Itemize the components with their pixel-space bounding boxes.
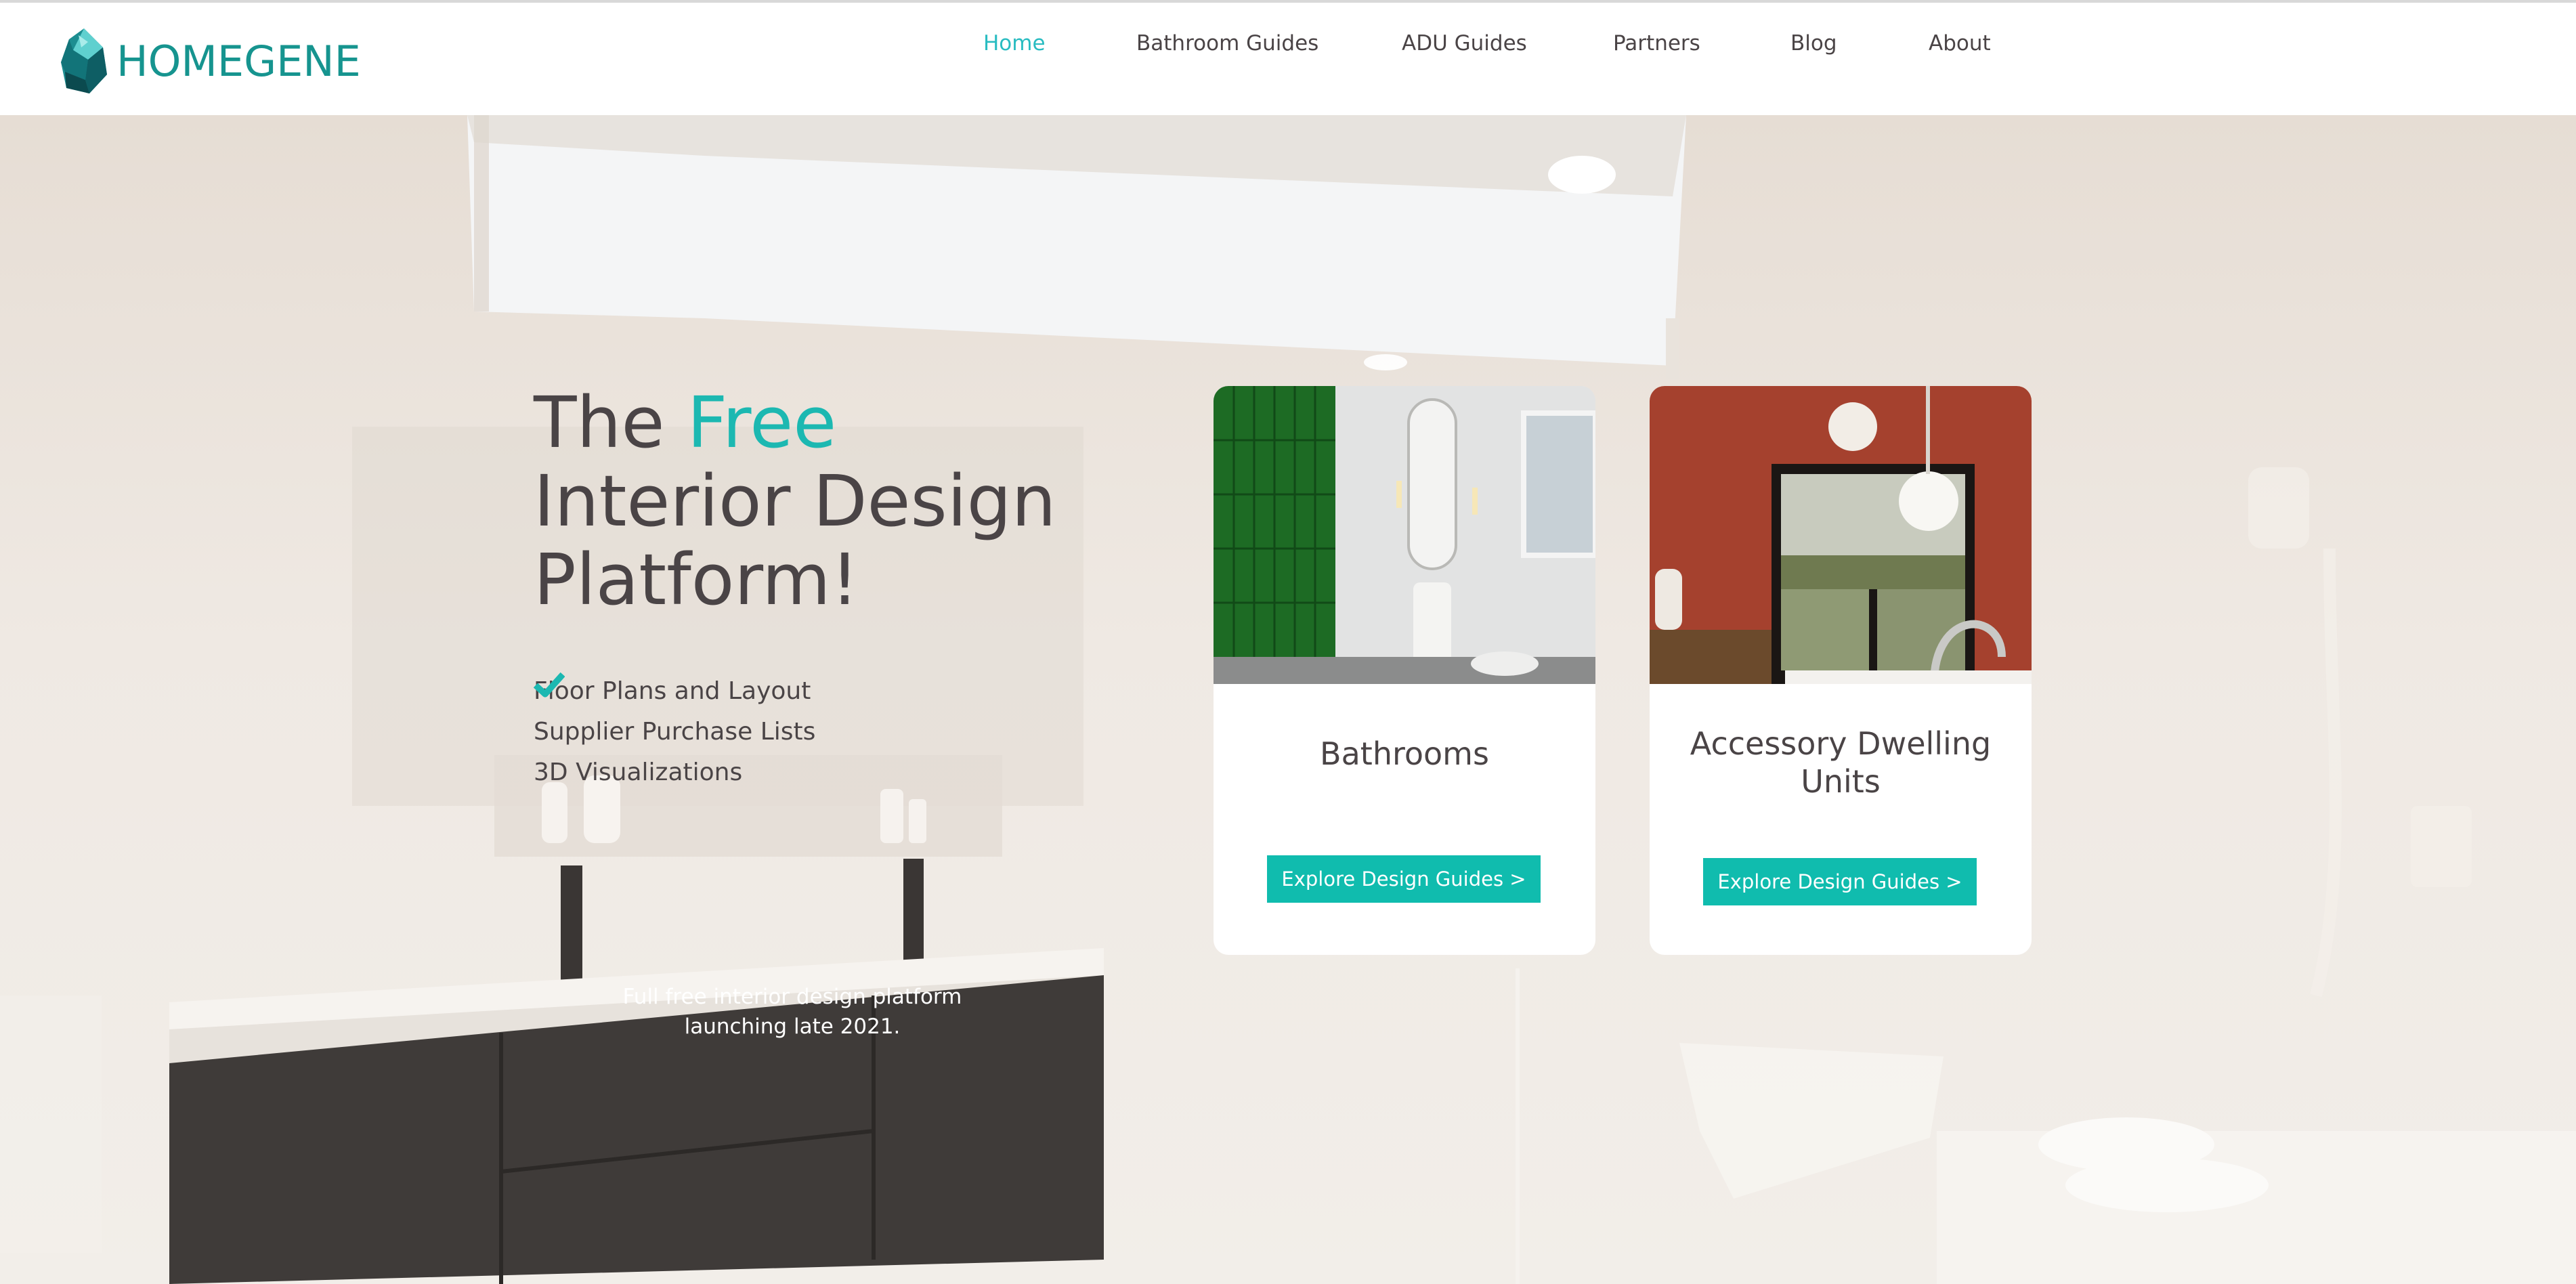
explore-adu-guides-button[interactable]: Explore Design Guides > [1703,858,1977,905]
nav-adu-guides[interactable]: ADU Guides [1402,31,1527,56]
main-nav: Home Bathroom Guides ADU Guides Partners… [0,31,2576,65]
nav-partners[interactable]: Partners [1613,31,1700,56]
checkmark-icon [534,672,565,698]
headline-prefix: The [534,381,687,464]
feature-item: Floor Plans and Layout [534,670,815,711]
feature-label: Floor Plans and Layout [534,677,811,705]
adu-card-image [1650,386,2032,684]
feature-item: 3D Visualizations [534,672,815,792]
feature-label: 3D Visualizations [534,758,743,786]
card-title: Accessory Dwelling Units [1650,725,2032,800]
launch-line-2: launching late 2021. [684,1014,901,1039]
nav-blog[interactable]: Blog [1790,31,1837,56]
bathrooms-card[interactable]: Bathrooms Explore Design Guides > [1214,386,1595,955]
hero-headline: The Free Interior Design Platform! [534,383,1056,619]
nav-home[interactable]: Home [983,31,1046,56]
site-header: HOMEGENE Home Bathroom Guides ADU Guides… [0,3,2576,115]
card-title-line-1: Accessory Dwelling [1690,725,1992,762]
headline-line-3: Platform! [534,538,859,621]
feature-item: Supplier Purchase Lists [534,672,816,752]
launch-line-1: Full free interior design platform [622,985,962,1009]
headline-accent: Free [687,381,837,464]
headline-line-2: Interior Design [534,460,1056,542]
card-title: Bathrooms [1320,735,1489,772]
nav-bathroom-guides[interactable]: Bathroom Guides [1136,31,1318,56]
bathroom-card-image [1214,386,1595,684]
feature-list: Floor Plans and Layout Supplier Purchase… [534,670,815,792]
nav-about[interactable]: About [1929,31,1991,56]
feature-label: Supplier Purchase Lists [534,717,816,746]
card-title-line-2: Units [1801,763,1881,800]
launch-note: Full free interior design platform launc… [562,982,1023,1042]
hero-section: The Free Interior Design Platform! Floor… [0,115,2576,1284]
adu-card[interactable]: Accessory Dwelling Units Explore Design … [1650,386,2032,955]
explore-bathroom-guides-button[interactable]: Explore Design Guides > [1267,855,1541,903]
